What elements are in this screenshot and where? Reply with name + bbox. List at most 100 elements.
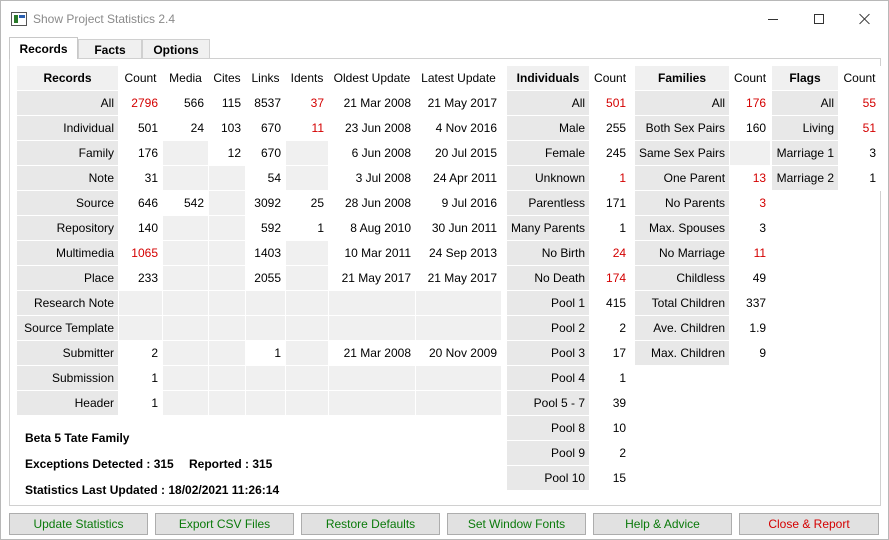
cell-cites[interactable] — [209, 366, 246, 391]
cell-idents[interactable] — [286, 141, 329, 166]
tab-facts[interactable]: Facts — [78, 39, 142, 59]
records-row[interactable]: Research Note — [17, 291, 502, 316]
cell-count[interactable]: 1 — [590, 166, 632, 191]
families_table-row[interactable]: Max. Children 9 — [635, 341, 772, 366]
cell-oldest[interactable]: 10 Mar 2011 — [329, 241, 416, 266]
cell-links[interactable] — [246, 316, 286, 341]
cell-cites[interactable] — [209, 316, 246, 341]
cell-links[interactable]: 2055 — [246, 266, 286, 291]
cell-media[interactable] — [163, 341, 209, 366]
row-label[interactable]: Female — [507, 141, 591, 166]
families_table-row[interactable]: Childless 49 — [635, 266, 772, 291]
column-header[interactable]: Count — [119, 66, 163, 91]
column-header[interactable]: Media — [163, 66, 209, 91]
cell-count[interactable]: 2 — [119, 341, 163, 366]
cell-count[interactable]: 176 — [730, 91, 772, 116]
cell-count[interactable]: 15 — [590, 466, 632, 491]
cell-latest[interactable]: 4 Nov 2016 — [416, 116, 502, 141]
cell-media[interactable]: 24 — [163, 116, 209, 141]
cell-latest[interactable]: 30 Jun 2011 — [416, 216, 502, 241]
cell-idents[interactable]: 1 — [286, 216, 329, 241]
cell-links[interactable]: 670 — [246, 141, 286, 166]
row-label[interactable]: Living — [772, 116, 839, 141]
cell-count[interactable]: 24 — [590, 241, 632, 266]
title-bar[interactable]: Show Project Statistics 2.4 — [1, 1, 888, 37]
row-label[interactable]: Pool 1 — [507, 291, 591, 316]
individuals_table-row[interactable]: Pool 3 17 — [507, 341, 632, 366]
cell-count[interactable]: 255 — [590, 116, 632, 141]
families_table-row[interactable]: Max. Spouses 3 — [635, 216, 772, 241]
individuals_table-row[interactable]: Unknown 1 — [507, 166, 632, 191]
records-row[interactable]: Header 1 — [17, 391, 502, 416]
cell-count[interactable] — [730, 141, 772, 166]
help-advice-button[interactable]: Help & Advice — [593, 513, 732, 535]
row-label[interactable]: Pool 9 — [507, 441, 591, 466]
records-row[interactable]: Place 233 2055 21 May 2017 21 May 2017 — [17, 266, 502, 291]
row-label[interactable]: Pool 5 - 7 — [507, 391, 591, 416]
cell-idents[interactable]: 37 — [286, 91, 329, 116]
tab-records[interactable]: Records — [9, 37, 78, 59]
row-label[interactable]: Place — [17, 266, 119, 291]
row-label[interactable]: Pool 2 — [507, 316, 591, 341]
cell-idents[interactable] — [286, 266, 329, 291]
update-statistics-button[interactable]: Update Statistics — [9, 513, 148, 535]
cell-latest[interactable]: 21 May 2017 — [416, 266, 502, 291]
row-label[interactable]: Pool 10 — [507, 466, 591, 491]
row-label[interactable]: Marriage 2 — [772, 166, 839, 191]
records-row[interactable]: Submitter 2 1 21 Mar 2008 20 Nov 2009 — [17, 341, 502, 366]
cell-idents[interactable] — [286, 391, 329, 416]
families_table-row[interactable]: One Parent 13 — [635, 166, 772, 191]
individuals_table-row[interactable]: All 501 — [507, 91, 632, 116]
flags_table-row[interactable]: All 55 — [772, 91, 881, 116]
row-label[interactable]: Header — [17, 391, 119, 416]
records-row[interactable]: Family 176 12 670 6 Jun 2008 20 Jul 2015 — [17, 141, 502, 166]
row-label[interactable]: Multimedia — [17, 241, 119, 266]
row-label[interactable]: Parentless — [507, 191, 591, 216]
families_table-row[interactable]: Both Sex Pairs 160 — [635, 116, 772, 141]
cell-latest[interactable] — [416, 291, 502, 316]
records-row[interactable]: All 2796 566 115 8537 37 21 Mar 2008 21 May 201… — [17, 91, 502, 116]
cell-links[interactable]: 670 — [246, 116, 286, 141]
row-label[interactable]: One Parent — [635, 166, 731, 191]
cell-oldest[interactable]: 21 Mar 2008 — [329, 91, 416, 116]
cell-media[interactable] — [163, 241, 209, 266]
row-label[interactable]: Pool 3 — [507, 341, 591, 366]
row-label[interactable]: All — [772, 91, 839, 116]
row-label[interactable]: Family — [17, 141, 119, 166]
cell-count[interactable]: 2 — [590, 441, 632, 466]
cell-media[interactable] — [163, 266, 209, 291]
column-header[interactable]: Links — [246, 66, 286, 91]
cell-count[interactable]: 160 — [730, 116, 772, 141]
cell-count[interactable]: 10 — [590, 416, 632, 441]
row-label[interactable]: Many Parents — [507, 216, 591, 241]
row-label[interactable]: Total Children — [635, 291, 731, 316]
cell-cites[interactable] — [209, 341, 246, 366]
row-label[interactable]: Childless — [635, 266, 731, 291]
cell-count[interactable]: 1.9 — [730, 316, 772, 341]
cell-cites[interactable] — [209, 166, 246, 191]
close-window-button[interactable] — [842, 1, 888, 37]
flags_table-row[interactable]: Living 51 — [772, 116, 881, 141]
cell-count[interactable]: 3 — [730, 216, 772, 241]
row-label[interactable]: Max. Spouses — [635, 216, 731, 241]
cell-count[interactable]: 233 — [119, 266, 163, 291]
cell-media[interactable]: 566 — [163, 91, 209, 116]
row-label[interactable]: Marriage 1 — [772, 141, 839, 166]
cell-links[interactable]: 592 — [246, 216, 286, 241]
flags_table-row[interactable]: Marriage 13 — [772, 141, 881, 166]
cell-count[interactable]: 1 — [119, 391, 163, 416]
cell-idents[interactable] — [286, 241, 329, 266]
tab-options[interactable]: Options — [142, 39, 210, 59]
cell-count[interactable]: 3 — [839, 141, 881, 166]
cell-links[interactable]: 1 — [246, 341, 286, 366]
maximize-button[interactable] — [796, 1, 842, 37]
row-label[interactable]: Research Note — [17, 291, 119, 316]
cell-count[interactable] — [119, 316, 163, 341]
cell-links[interactable] — [246, 291, 286, 316]
cell-count[interactable]: 13 — [730, 166, 772, 191]
cell-cites[interactable]: 103 — [209, 116, 246, 141]
cell-count[interactable]: 1 — [590, 216, 632, 241]
minimize-button[interactable] — [750, 1, 796, 37]
cell-links[interactable] — [246, 391, 286, 416]
row-label[interactable]: Unknown — [507, 166, 591, 191]
